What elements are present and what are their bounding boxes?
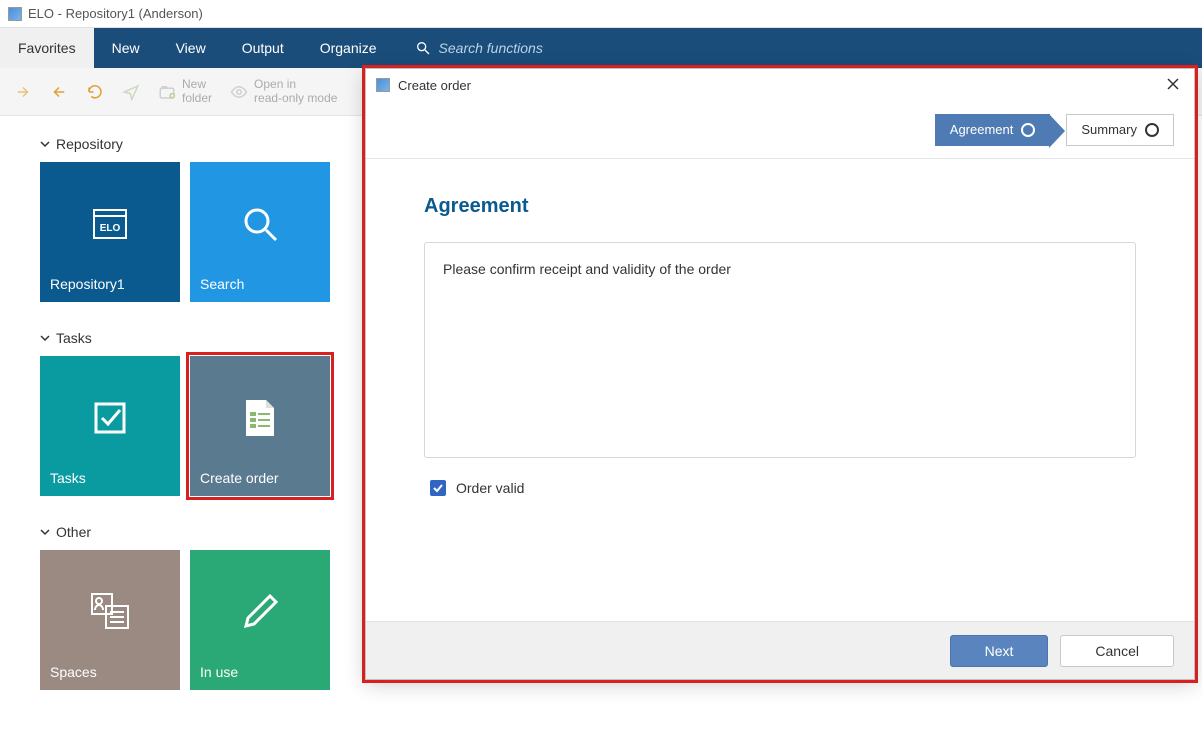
favorites-sidebar: Repository ELO Repository1 Search Tasks bbox=[0, 116, 360, 734]
section-tasks-label: Tasks bbox=[56, 330, 92, 346]
refresh-button[interactable] bbox=[86, 83, 104, 101]
new-folder-label: Newfolder bbox=[182, 78, 212, 104]
wizard-step-summary[interactable]: Summary bbox=[1066, 114, 1174, 146]
app-icon bbox=[8, 7, 22, 21]
refresh-icon bbox=[86, 83, 104, 101]
tile-label: Search bbox=[200, 276, 244, 292]
dialog-body: Agreement Please confirm receipt and val… bbox=[366, 159, 1194, 621]
open-readonly-label: Open inread-only mode bbox=[254, 78, 337, 104]
tab-view[interactable]: View bbox=[158, 28, 224, 68]
tab-organize[interactable]: Organize bbox=[302, 28, 395, 68]
order-valid-checkbox[interactable]: Order valid bbox=[424, 480, 1136, 496]
magnifier-icon bbox=[238, 202, 282, 246]
document-icon bbox=[240, 396, 280, 440]
agreement-text: Please confirm receipt and validity of t… bbox=[443, 261, 731, 277]
checkbox-label: Order valid bbox=[456, 480, 524, 496]
nav-back-button[interactable] bbox=[14, 83, 32, 101]
eye-icon bbox=[230, 83, 248, 101]
chevron-down-icon bbox=[40, 139, 50, 149]
section-repository-label: Repository bbox=[56, 136, 123, 152]
tile-spaces[interactable]: Spaces bbox=[40, 550, 180, 690]
tab-new[interactable]: New bbox=[94, 28, 158, 68]
create-order-dialog: Create order Agreement Summary Agreement… bbox=[365, 68, 1195, 680]
agreement-heading: Agreement bbox=[424, 195, 1136, 218]
open-readonly-button[interactable]: Open inread-only mode bbox=[230, 78, 337, 104]
close-button[interactable] bbox=[1162, 75, 1184, 96]
section-tasks[interactable]: Tasks bbox=[40, 330, 350, 346]
cancel-button[interactable]: Cancel bbox=[1060, 635, 1174, 667]
dialog-title: Create order bbox=[398, 78, 471, 93]
nav-forward-button[interactable] bbox=[50, 83, 68, 101]
send-button[interactable] bbox=[122, 83, 140, 101]
next-button[interactable]: Next bbox=[950, 635, 1049, 667]
archive-icon: ELO bbox=[88, 202, 132, 246]
tile-label: Tasks bbox=[50, 470, 86, 486]
tab-output[interactable]: Output bbox=[224, 28, 302, 68]
step-indicator-icon bbox=[1021, 123, 1035, 137]
arrow-right-icon bbox=[14, 83, 32, 101]
new-folder-button[interactable]: Newfolder bbox=[158, 78, 212, 104]
spaces-icon bbox=[86, 590, 134, 634]
check-icon bbox=[432, 482, 444, 494]
window-title: ELO - Repository1 (Anderson) bbox=[28, 6, 203, 21]
wizard-step-label: Agreement bbox=[950, 122, 1014, 137]
close-icon bbox=[1166, 77, 1180, 91]
checkbox-icon bbox=[430, 480, 446, 496]
pencil-icon bbox=[238, 590, 282, 634]
wizard-step-agreement[interactable]: Agreement bbox=[935, 114, 1051, 146]
send-icon bbox=[122, 83, 140, 101]
window-titlebar: ELO - Repository1 (Anderson) bbox=[0, 0, 1202, 28]
folder-plus-icon bbox=[158, 83, 176, 101]
search-placeholder: Search functions bbox=[439, 40, 543, 56]
tile-search[interactable]: Search bbox=[190, 162, 330, 302]
section-other[interactable]: Other bbox=[40, 524, 350, 540]
tile-label: Spaces bbox=[50, 664, 97, 680]
dialog-footer: Next Cancel bbox=[366, 621, 1194, 679]
checkbox-icon bbox=[88, 396, 132, 440]
chevron-down-icon bbox=[40, 333, 50, 343]
tile-create-order[interactable]: Create order bbox=[190, 356, 330, 496]
tile-tasks[interactable]: Tasks bbox=[40, 356, 180, 496]
dialog-icon bbox=[376, 78, 390, 92]
arrow-left-icon bbox=[50, 83, 68, 101]
wizard-step-label: Summary bbox=[1081, 122, 1137, 137]
step-indicator-icon bbox=[1145, 123, 1159, 137]
main-menubar: Favorites New View Output Organize Searc… bbox=[0, 28, 1202, 68]
tile-label: Repository1 bbox=[50, 276, 125, 292]
menubar-search[interactable]: Search functions bbox=[415, 28, 543, 68]
section-repository[interactable]: Repository bbox=[40, 136, 350, 152]
chevron-down-icon bbox=[40, 527, 50, 537]
svg-text:ELO: ELO bbox=[100, 223, 121, 234]
tile-in-use[interactable]: In use bbox=[190, 550, 330, 690]
section-other-label: Other bbox=[56, 524, 91, 540]
wizard-header: Agreement Summary bbox=[366, 101, 1194, 159]
tile-label: In use bbox=[200, 664, 238, 680]
search-icon bbox=[415, 40, 431, 56]
dialog-titlebar: Create order bbox=[366, 69, 1194, 101]
tile-label: Create order bbox=[200, 470, 279, 486]
tab-favorites[interactable]: Favorites bbox=[0, 28, 94, 68]
agreement-text-box: Please confirm receipt and validity of t… bbox=[424, 242, 1136, 458]
tile-repository1[interactable]: ELO Repository1 bbox=[40, 162, 180, 302]
